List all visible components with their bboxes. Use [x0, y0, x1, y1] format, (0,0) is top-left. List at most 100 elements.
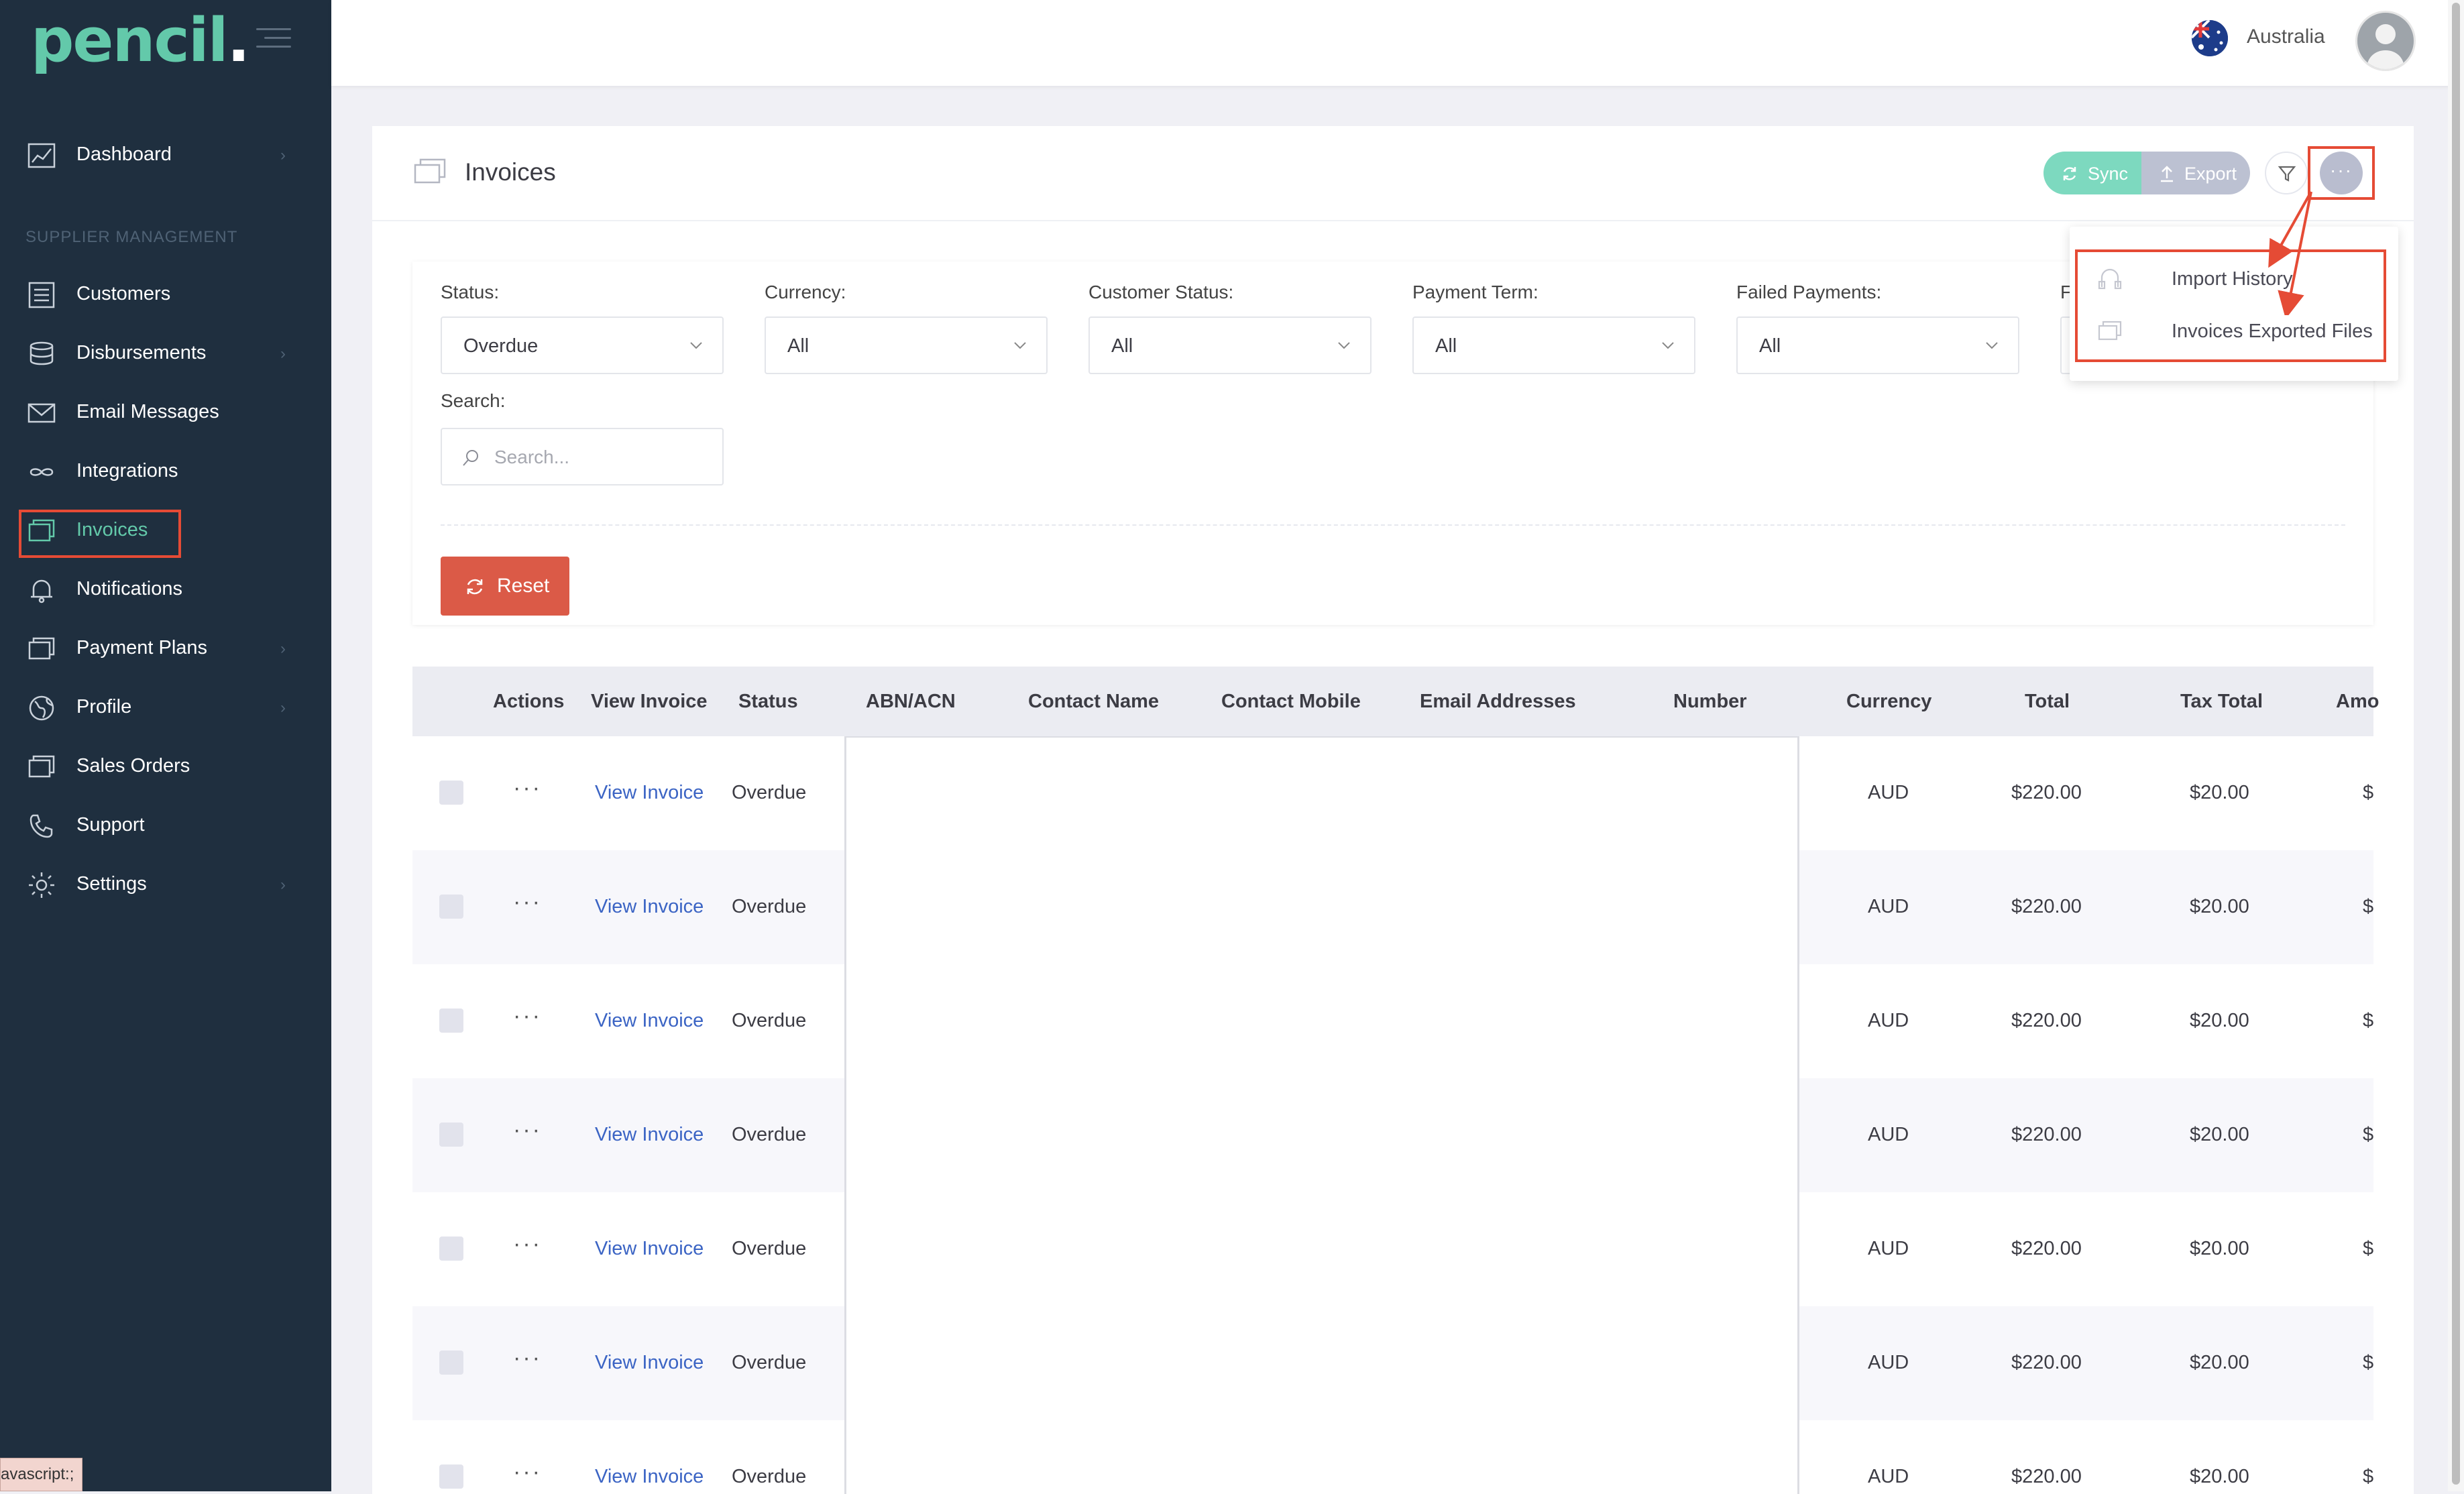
- avatar[interactable]: [2355, 11, 2416, 71]
- sidebar-item-customers[interactable]: Customers: [0, 266, 331, 325]
- sync-button[interactable]: Sync: [2043, 152, 2141, 194]
- sidebar-item-label: Support: [76, 814, 145, 836]
- row-actions-icon[interactable]: ···: [513, 1003, 542, 1029]
- row-checkbox[interactable]: [439, 895, 463, 919]
- failed-payments-select[interactable]: All: [1736, 317, 2019, 374]
- row-checkbox[interactable]: [439, 1237, 463, 1261]
- view-invoice-link[interactable]: View Invoice: [595, 1466, 704, 1488]
- country-label[interactable]: Australia: [2247, 25, 2325, 48]
- phone-icon: [30, 814, 53, 838]
- amount-cell: $: [2363, 1124, 2374, 1145]
- column-header-number[interactable]: Number: [1673, 691, 1747, 713]
- column-header-email-addresses[interactable]: Email Addresses: [1420, 691, 1576, 713]
- chevron-down-icon: [1014, 342, 1026, 349]
- reset-button[interactable]: Reset: [441, 557, 569, 616]
- sidebar-item-sales-orders[interactable]: Sales Orders: [0, 738, 331, 797]
- currency-cell: AUD: [1868, 1124, 1909, 1145]
- view-invoice-link[interactable]: View Invoice: [595, 1010, 704, 1032]
- chevron-down-icon: [1986, 342, 1998, 349]
- row-actions-icon[interactable]: ···: [513, 889, 542, 915]
- view-invoice-link[interactable]: View Invoice: [595, 782, 704, 804]
- payment-term-select[interactable]: All: [1412, 317, 1695, 374]
- chevron-right-icon: ›: [280, 345, 286, 363]
- column-header-view-invoice[interactable]: View Invoice: [591, 691, 708, 713]
- search-icon: [463, 450, 478, 466]
- page-scrollbar[interactable]: [2448, 0, 2464, 1491]
- search-field[interactable]: [441, 428, 724, 485]
- customer-status-select[interactable]: All: [1088, 317, 1371, 374]
- annotation-arrows: [2268, 191, 2312, 315]
- chevron-down-icon: [1662, 342, 1674, 349]
- currency-select[interactable]: All: [765, 317, 1048, 374]
- row-actions-icon[interactable]: ···: [513, 1117, 542, 1143]
- currency-cell: AUD: [1868, 1238, 1909, 1259]
- sidebar-item-integrations[interactable]: Integrations: [0, 443, 331, 502]
- total-cell: $220.00: [2011, 896, 2082, 917]
- upload-icon: [2161, 166, 2173, 182]
- sidebar-item-notifications[interactable]: Notifications: [0, 561, 331, 620]
- column-header-tax-total[interactable]: Tax Total: [2180, 691, 2263, 713]
- row-checkbox[interactable]: [439, 1009, 463, 1033]
- list-icon: [28, 282, 55, 308]
- sidebar-item-settings[interactable]: Settings ›: [0, 856, 331, 915]
- sidebar-item-profile[interactable]: Profile ›: [0, 679, 331, 738]
- row-actions-icon[interactable]: ···: [513, 775, 542, 801]
- status-cell: Overdue: [732, 896, 807, 917]
- sidebar-item-label: Dashboard: [76, 143, 172, 165]
- payment-term-select-value: All: [1435, 335, 1457, 357]
- status-filter-label: Status:: [441, 282, 500, 302]
- row-checkbox[interactable]: [439, 781, 463, 805]
- scrollbar-thumb[interactable]: [2452, 3, 2460, 1485]
- currency-select-value: All: [787, 335, 809, 357]
- row-actions-icon[interactable]: ···: [513, 1231, 542, 1257]
- sidebar-item-email-messages[interactable]: Email Messages: [0, 384, 331, 443]
- divider: [441, 524, 2345, 526]
- refresh-icon: [467, 579, 483, 595]
- sidebar: pencil. Dashboard › SUPPLIER MANAGEMENT …: [0, 0, 331, 1491]
- infinity-icon: [30, 468, 54, 476]
- view-invoice-link[interactable]: View Invoice: [595, 1352, 704, 1374]
- view-invoice-link[interactable]: View Invoice: [595, 1238, 704, 1260]
- column-header-abn-acn[interactable]: ABN/ACN: [866, 691, 956, 713]
- row-checkbox[interactable]: [439, 1123, 463, 1147]
- sidebar-item-dashboard[interactable]: Dashboard ›: [0, 126, 331, 185]
- tax-total-cell: $20.00: [2190, 1010, 2249, 1031]
- australia-flag-icon[interactable]: [2192, 20, 2228, 56]
- currency-cell: AUD: [1868, 1352, 1909, 1373]
- row-actions-icon[interactable]: ···: [513, 1345, 542, 1371]
- column-header-currency[interactable]: Currency: [1846, 691, 1931, 713]
- column-header-contact-mobile[interactable]: Contact Mobile: [1221, 691, 1361, 713]
- amount-cell: $: [2363, 1466, 2374, 1487]
- menu-toggle-icon[interactable]: [256, 28, 291, 48]
- top-bar: [331, 0, 2464, 86]
- status-select-value: Overdue: [463, 335, 539, 357]
- status-select[interactable]: Overdue: [441, 317, 724, 374]
- currency-cell: AUD: [1868, 782, 1909, 803]
- app-logo[interactable]: pencil.: [31, 5, 250, 76]
- sidebar-item-label: Settings: [76, 873, 147, 895]
- row-actions-icon[interactable]: ···: [513, 1459, 542, 1485]
- sync-icon: [2063, 167, 2076, 180]
- sidebar-item-support[interactable]: Support: [0, 797, 331, 856]
- status-cell: Overdue: [732, 1352, 807, 1373]
- amount-cell: $: [2363, 1010, 2374, 1031]
- export-button[interactable]: Export: [2141, 152, 2250, 194]
- currency-filter-label: Currency:: [765, 282, 846, 302]
- column-header-actions[interactable]: Actions: [493, 691, 564, 713]
- search-input[interactable]: [493, 443, 710, 472]
- view-invoice-link[interactable]: View Invoice: [595, 1124, 704, 1146]
- row-checkbox[interactable]: [439, 1464, 463, 1489]
- column-header-total[interactable]: Total: [2025, 691, 2070, 713]
- sidebar-item-payment-plans[interactable]: Payment Plans ›: [0, 620, 331, 679]
- row-checkbox[interactable]: [439, 1351, 463, 1375]
- sync-export-group: Sync Export: [2043, 152, 2250, 194]
- tax-total-cell: $20.00: [2190, 896, 2249, 917]
- reset-label: Reset: [497, 575, 550, 597]
- column-header-status[interactable]: Status: [738, 691, 798, 713]
- failed-payments-select-value: All: [1759, 335, 1781, 357]
- sidebar-item-label: Sales Orders: [76, 755, 190, 777]
- sidebar-item-disbursements[interactable]: Disbursements ›: [0, 325, 331, 384]
- column-header-amount[interactable]: Amo: [2336, 691, 2379, 713]
- column-header-contact-name[interactable]: Contact Name: [1028, 691, 1159, 713]
- view-invoice-link[interactable]: View Invoice: [595, 896, 704, 918]
